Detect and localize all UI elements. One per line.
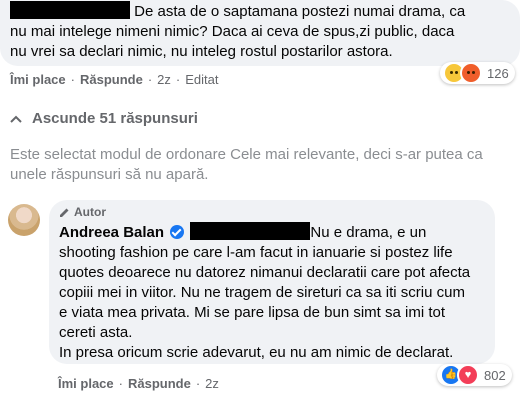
sort-notice: Este selectat modul de ordonare Cele mai… [10,145,525,185]
avatar[interactable] [8,204,40,236]
notice-line: Este selectat modul de ordonare Cele mai… [10,146,483,163]
comment-text: Andreea Balan Nu e drama, e un shooting … [59,222,489,363]
comment-text-line: cereti asta. [59,324,133,341]
timestamp[interactable]: 2z [205,376,219,391]
comment-text-line: quotes deoarece nu datorez nimanui decla… [59,264,471,281]
reaction-count: 126 [487,65,509,81]
reactions-summary[interactable]: 👍 ♥ 802 [437,364,512,386]
redacted-name [190,222,311,240]
reactions-summary[interactable]: 126 [440,62,515,84]
chevron-up-icon [10,115,22,123]
comment-text-line: Andreea Balan Nu e drama, e un [59,222,427,241]
reply-button[interactable]: Răspunde [128,376,191,391]
like-button[interactable]: Îmi place [58,376,114,391]
love-icon: ♥ [457,364,479,386]
author-tag-label: Autor [74,205,106,219]
comment-text-line: copiii mei in viitor. Nu ne tragem de si… [59,284,465,301]
notice-line: unele răspunsuri să nu apară. [10,166,209,183]
pencil-icon [60,208,69,217]
comment-text-line: shooting fashion pe care l-am facut in i… [59,244,453,261]
comment-bubble: Autor Andreea Balan Nu e drama, e un sho… [49,200,495,364]
verified-badge-icon [170,225,185,239]
hide-replies-button[interactable]: Ascunde 51 răspunsuri [10,110,198,127]
comment-actions: Îmi place · Răspunde · 2z [58,376,219,391]
edited-label: Editat [185,72,219,87]
redacted-name [10,1,130,19]
comment-text-line: e viata mea privata. Mi se pare lipsa de… [59,304,446,321]
author-badge: Autor [59,202,106,222]
comment-text-line: nu vrei sa declari nimic, nu inteleg ros… [10,43,393,60]
timestamp[interactable]: 2z [157,72,171,87]
comment-text-line: nu mai intelege nimeni nimic? Daca ai ce… [10,23,455,40]
comment-text-line: De asta de o saptamana postezi numai dra… [10,1,510,22]
like-button[interactable]: Îmi place [10,72,66,87]
comment-actions: Îmi place · Răspunde · 2z · Editat [10,72,219,87]
author-name[interactable]: Andreea Balan [59,224,164,241]
hide-replies-label: Ascunde 51 răspunsuri [32,110,198,127]
angry-icon [460,62,482,84]
reply-button[interactable]: Răspunde [80,72,143,87]
reaction-count: 802 [484,367,506,383]
comment-text-line: In presa oricum scrie adevarut, eu nu am… [59,344,454,361]
comment-bubble: De asta de o saptamana postezi numai dra… [0,0,520,66]
